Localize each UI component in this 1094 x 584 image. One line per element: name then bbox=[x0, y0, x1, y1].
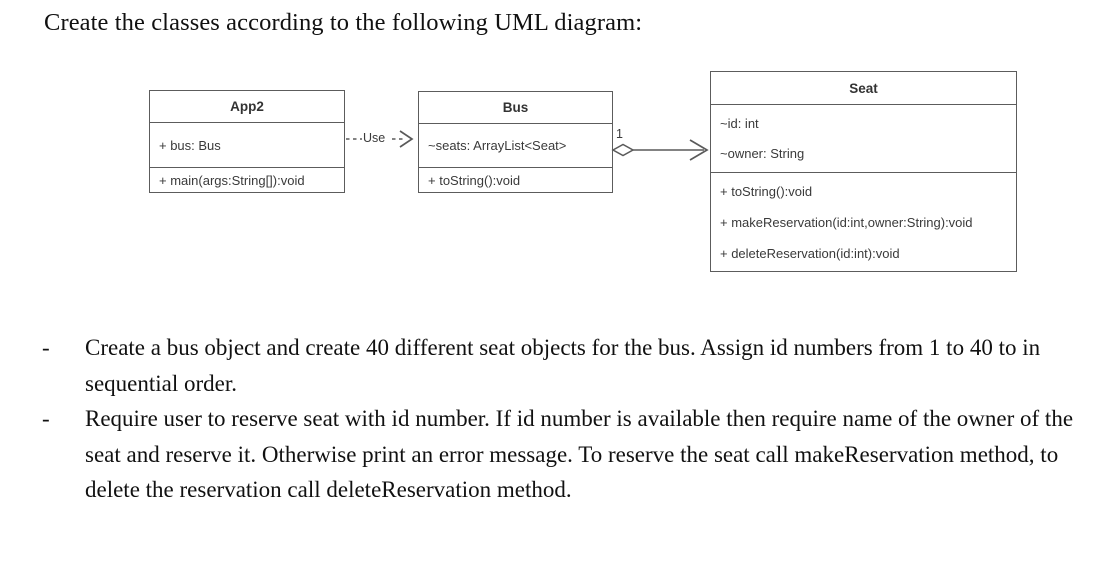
list-bullet-dash: - bbox=[42, 335, 50, 360]
uml-method: + main(args:String[]):void bbox=[159, 173, 305, 188]
task-list-item: - Create a bus object and create 40 diff… bbox=[0, 330, 1094, 401]
dependency-arrowhead-icon bbox=[399, 130, 414, 148]
uml-class-bus: Bus ~seats: ArrayList<Seat> + toString()… bbox=[418, 91, 613, 193]
task-list-item: - Require user to reserve seat with id n… bbox=[0, 401, 1094, 508]
aggregation-diamond-icon bbox=[611, 143, 635, 157]
aggregation-arrowhead-icon bbox=[689, 139, 709, 161]
uml-method: + toString():void bbox=[428, 173, 521, 188]
task-list-item-text: Create a bus object and create 40 differ… bbox=[85, 335, 1041, 396]
uml-class-diagram: App2 + bus: Bus + main(args:String[]):vo… bbox=[0, 0, 1094, 300]
task-list-item-text: Require user to reserve seat with id num… bbox=[85, 406, 1074, 502]
uml-attribute: ~seats: ArrayList<Seat> bbox=[428, 138, 567, 153]
uml-attribute: ~owner: String bbox=[720, 145, 805, 161]
uml-method: + deleteReservation(id:int):void bbox=[720, 245, 900, 261]
uml-class-app2-attributes: + bus: Bus bbox=[150, 122, 344, 167]
list-bullet-dash: - bbox=[42, 406, 50, 431]
uml-class-seat: Seat ~id: int ~owner: String + toString(… bbox=[710, 71, 1017, 272]
dependency-label-use: Use bbox=[363, 131, 386, 145]
uml-method: + makeReservation(id:int,owner:String):v… bbox=[720, 214, 973, 230]
uml-class-seat-attributes: ~id: int ~owner: String bbox=[711, 104, 1016, 172]
uml-method: + toString():void bbox=[720, 183, 813, 199]
uml-class-app2-title: App2 bbox=[230, 99, 264, 114]
uml-class-bus-attributes: ~seats: ArrayList<Seat> bbox=[419, 123, 612, 167]
aggregation-multiplicity-label: 1 bbox=[616, 127, 623, 141]
uml-attribute: ~id: int bbox=[720, 115, 759, 131]
uml-class-seat-methods: + toString():void + makeReservation(id:i… bbox=[711, 172, 1016, 271]
uml-class-app2-methods: + main(args:String[]):void bbox=[150, 167, 344, 193]
uml-attribute: + bus: Bus bbox=[159, 137, 221, 153]
uml-class-bus-title: Bus bbox=[502, 100, 529, 115]
task-list: - Create a bus object and create 40 diff… bbox=[0, 330, 1094, 508]
uml-class-seat-title: Seat bbox=[849, 80, 878, 96]
uml-class-app2: App2 + bus: Bus + main(args:String[]):vo… bbox=[149, 90, 345, 193]
uml-class-bus-methods: + toString():void bbox=[419, 167, 612, 193]
